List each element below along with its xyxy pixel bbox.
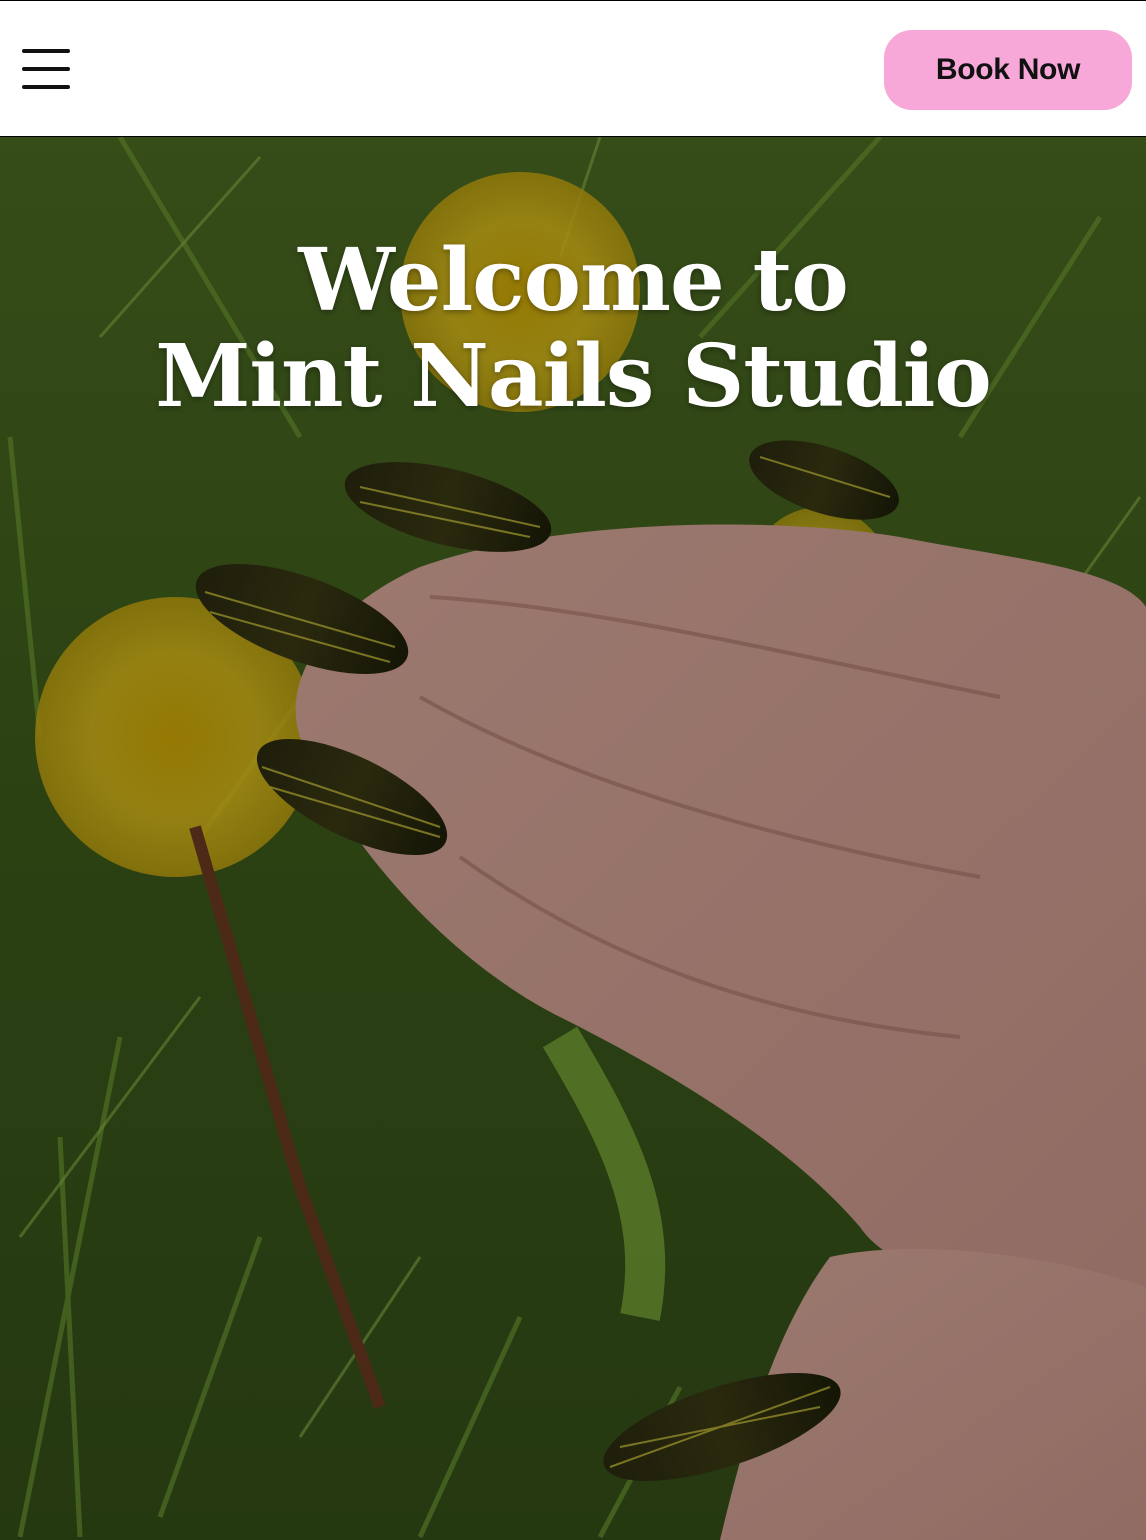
hero-section: Welcome to Mint Nails Studio [0,137,1146,1540]
book-now-button[interactable]: Book Now [884,30,1132,110]
site-header: Book Now [0,0,1146,137]
hero-title: Welcome to Mint Nails Studio [0,233,1146,425]
hamburger-menu-icon[interactable] [18,41,74,97]
hero-title-line1: Welcome to [298,230,848,331]
hero-title-line2: Mint Nails Studio [155,326,992,427]
